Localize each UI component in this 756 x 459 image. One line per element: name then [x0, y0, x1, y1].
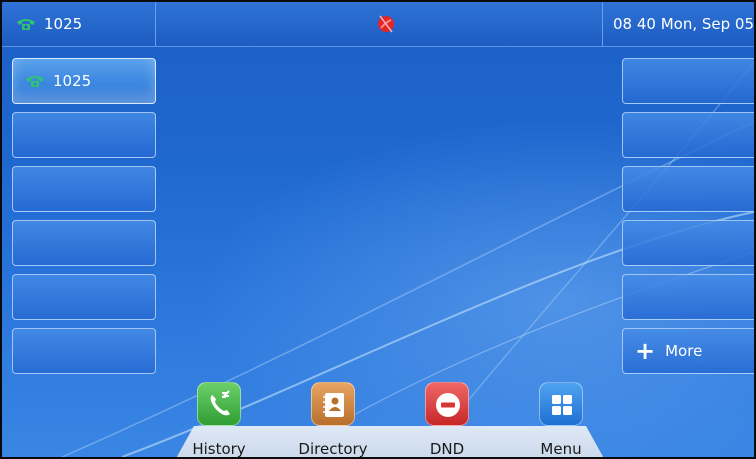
do-not-disturb-icon [425, 382, 469, 426]
line-key-4[interactable] [12, 220, 156, 266]
account-number: 1025 [44, 15, 83, 33]
plus-icon: + [635, 337, 656, 365]
phone-screen: 1025 08 40 Mon, Sep 05 1025 + More Histo… [0, 0, 756, 459]
history-label: History [192, 440, 246, 458]
more-button[interactable]: + More [622, 328, 754, 374]
more-label: More [665, 342, 703, 360]
directory-label: Directory [298, 440, 368, 458]
line-key-3[interactable] [12, 166, 156, 212]
line-key-7[interactable] [622, 58, 754, 104]
directory-book-icon [311, 382, 355, 426]
menu-label: Menu [540, 440, 582, 458]
directory-button[interactable]: Directory [288, 382, 378, 458]
line-key-2[interactable] [12, 112, 156, 158]
line-key-9[interactable] [622, 166, 754, 212]
line-key-1[interactable]: 1025 [12, 58, 156, 104]
phone-handset-icon [17, 19, 35, 30]
status-account[interactable]: 1025 [2, 2, 156, 46]
history-button[interactable]: History [174, 382, 264, 458]
line-key-6[interactable] [12, 328, 156, 374]
menu-grid-icon [539, 382, 583, 426]
line-key-label: 1025 [53, 72, 92, 90]
call-history-icon [197, 382, 241, 426]
status-datetime: 08 40 Mon, Sep 05 [602, 2, 754, 46]
no-network-icon [372, 12, 400, 36]
dnd-button[interactable]: DND [402, 382, 492, 458]
menu-button[interactable]: Menu [516, 382, 606, 458]
line-key-10[interactable] [622, 220, 754, 266]
datetime-text: 08 40 Mon, Sep 05 [613, 15, 754, 33]
dnd-label: DND [429, 440, 465, 458]
status-bar: 1025 08 40 Mon, Sep 05 [2, 2, 754, 47]
line-key-5[interactable] [12, 274, 156, 320]
line-key-11[interactable] [622, 274, 754, 320]
phone-handset-icon [26, 76, 44, 87]
line-key-8[interactable] [622, 112, 754, 158]
